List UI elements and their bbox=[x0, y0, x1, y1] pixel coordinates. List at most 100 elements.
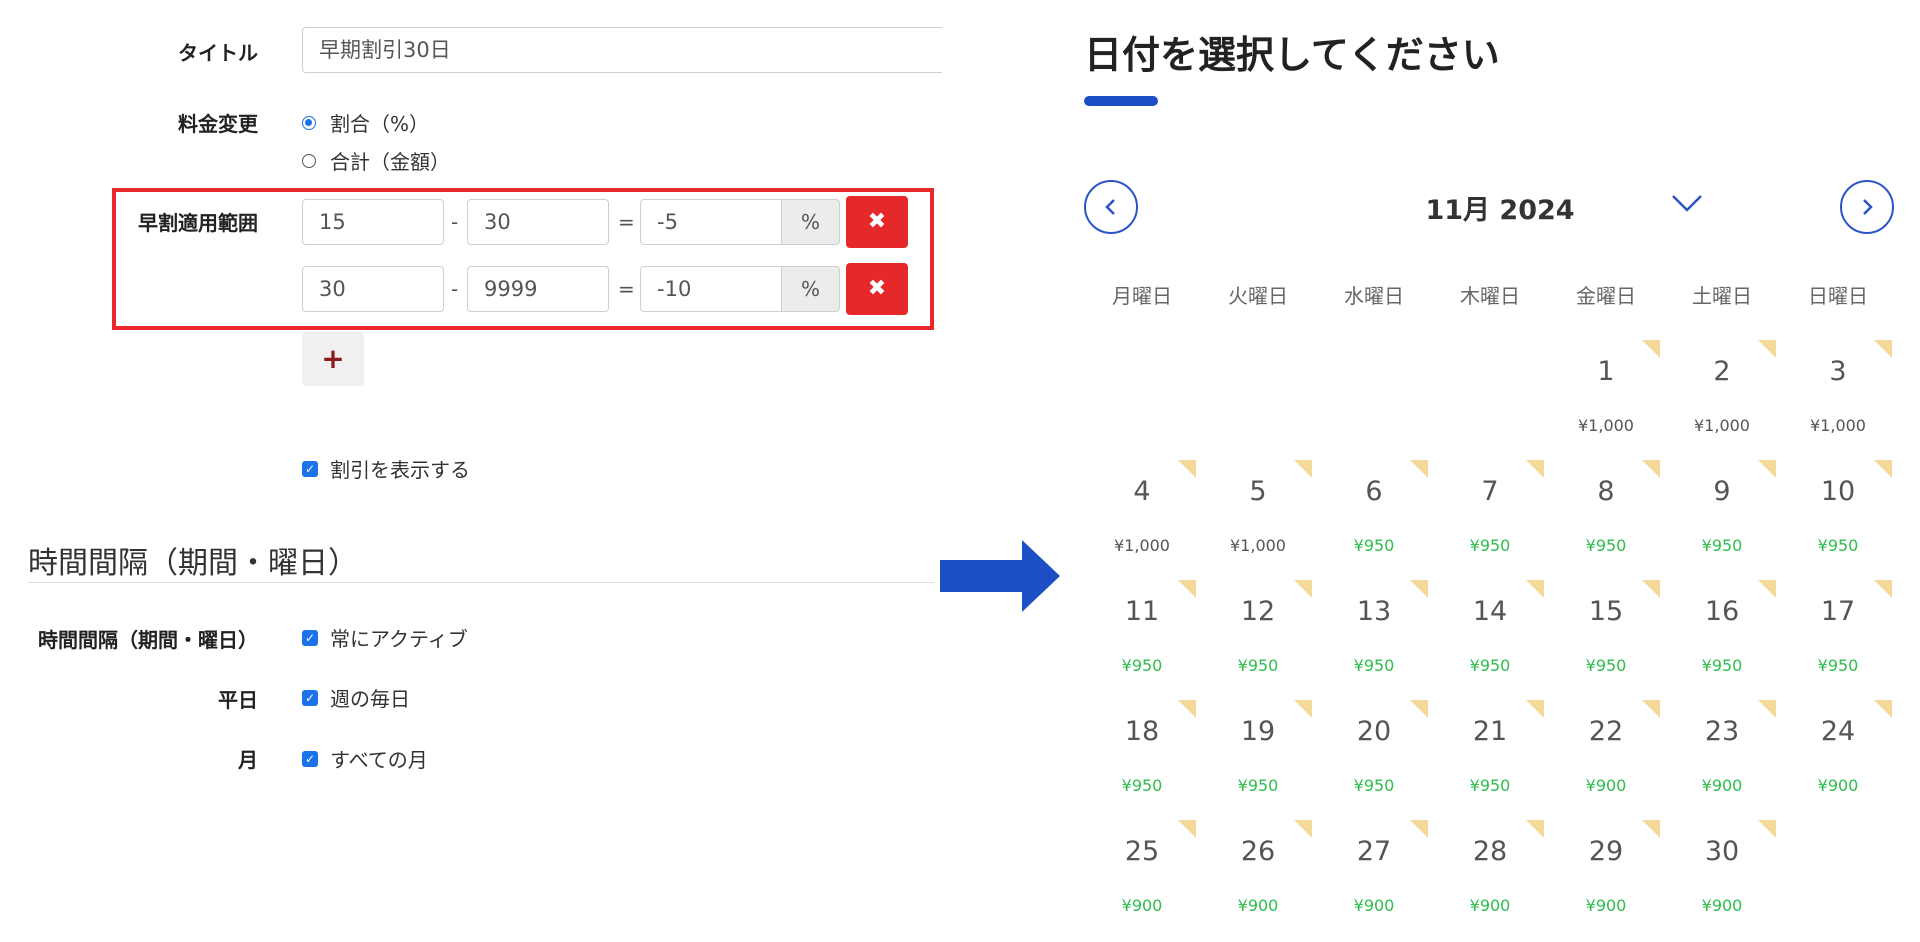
calendar-day[interactable]: 30 ¥900 bbox=[1664, 820, 1780, 940]
all-months-checkbox[interactable]: ✓ すべての月 bbox=[302, 744, 428, 773]
day-price: ¥950 bbox=[1353, 536, 1395, 555]
early-discount-range-label: 早割適用範囲 bbox=[138, 211, 258, 235]
day-price: ¥900 bbox=[1585, 776, 1627, 795]
day-number: 10 bbox=[1820, 476, 1856, 507]
calendar-day[interactable]: 12 ¥950 bbox=[1200, 580, 1316, 700]
calendar-day[interactable]: 2 ¥1,000 bbox=[1664, 340, 1780, 460]
calendar-day[interactable]: 3 ¥1,000 bbox=[1780, 340, 1896, 460]
calendar-day[interactable]: 5 ¥1,000 bbox=[1200, 460, 1316, 580]
calendar-day[interactable]: 20 ¥950 bbox=[1316, 700, 1432, 820]
range-1-to-input[interactable]: 30 bbox=[467, 199, 609, 245]
title-underline bbox=[1084, 96, 1158, 106]
show-discount-checkbox[interactable]: ✓ 割引を表示する bbox=[302, 454, 470, 483]
day-number: 3 bbox=[1829, 356, 1847, 387]
weekday-label: 金曜日 bbox=[1576, 284, 1636, 308]
calendar-day[interactable]: 11 ¥950 bbox=[1084, 580, 1200, 700]
range-2-from-input[interactable]: 30 bbox=[302, 266, 444, 312]
calendar-day[interactable]: 21 ¥950 bbox=[1432, 700, 1548, 820]
calendar-day[interactable]: 1 ¥1,000 bbox=[1548, 340, 1664, 460]
chevron-down-icon bbox=[1672, 195, 1702, 212]
calendar-day[interactable]: 8 ¥950 bbox=[1548, 460, 1664, 580]
time-interval-label: 時間間隔（期間・曜日） bbox=[38, 628, 258, 652]
day-price: ¥900 bbox=[1237, 896, 1279, 915]
radio-total-amount[interactable]: 合計（金額） bbox=[302, 146, 450, 175]
range-2-equals: = bbox=[618, 277, 635, 301]
calendar-day[interactable]: 17 ¥950 bbox=[1780, 580, 1896, 700]
day-price: ¥950 bbox=[1585, 656, 1627, 675]
weekday-label: 火曜日 bbox=[1228, 284, 1288, 308]
calendar-day[interactable]: 16 ¥950 bbox=[1664, 580, 1780, 700]
day-price: ¥900 bbox=[1701, 896, 1743, 915]
check-icon[interactable]: ✓ bbox=[302, 750, 318, 767]
next-month-button[interactable] bbox=[1840, 180, 1894, 234]
month-dropdown-toggle[interactable] bbox=[1670, 192, 1704, 218]
calendar-day[interactable]: 26 ¥900 bbox=[1200, 820, 1316, 940]
calendar-day[interactable]: 9 ¥950 bbox=[1664, 460, 1780, 580]
check-icon[interactable]: ✓ bbox=[302, 689, 318, 706]
day-number: 24 bbox=[1820, 716, 1856, 747]
day-number: 29 bbox=[1588, 836, 1624, 867]
check-icon[interactable]: ✓ bbox=[302, 460, 318, 477]
month-label: 月 bbox=[238, 748, 258, 772]
range-2-to-input[interactable]: 9999 bbox=[467, 266, 609, 312]
calendar-day[interactable]: 19 ¥950 bbox=[1200, 700, 1316, 820]
always-active-checkbox[interactable]: ✓ 常にアクティブ bbox=[302, 623, 468, 652]
all-months-label: すべての月 bbox=[330, 748, 428, 772]
close-icon: ✖ bbox=[867, 209, 887, 234]
calendar-day[interactable]: 7 ¥950 bbox=[1432, 460, 1548, 580]
radio-total-indicator[interactable] bbox=[302, 153, 316, 168]
calendar-day[interactable]: 10 ¥950 bbox=[1780, 460, 1896, 580]
weekday-label: 水曜日 bbox=[1344, 284, 1404, 308]
check-icon[interactable]: ✓ bbox=[302, 629, 318, 646]
day-price: ¥1,000 bbox=[1694, 416, 1750, 435]
date-picker: 日付を選択してください 11月 2024 月曜日 火曜日 水曜日 木曜日 金曜日 土曜日 日… bbox=[1060, 0, 1920, 942]
section-title-time-interval: 時間間隔（期間・曜日） bbox=[28, 546, 358, 581]
calendar-day[interactable]: 28 ¥900 bbox=[1432, 820, 1548, 940]
range-1-value-input[interactable]: -5 bbox=[640, 199, 782, 245]
calendar-day[interactable]: 23 ¥900 bbox=[1664, 700, 1780, 820]
day-number: 9 bbox=[1713, 476, 1731, 507]
section-divider bbox=[28, 582, 934, 583]
calendar-day[interactable]: 29 ¥900 bbox=[1548, 820, 1664, 940]
day-price: ¥1,000 bbox=[1114, 536, 1170, 555]
every-day-checkbox[interactable]: ✓ 週の毎日 bbox=[302, 683, 410, 712]
prev-month-button[interactable] bbox=[1084, 180, 1138, 234]
current-month: 11月 2024 bbox=[1425, 195, 1575, 226]
radio-percentage-indicator[interactable] bbox=[302, 115, 316, 130]
day-price: ¥950 bbox=[1121, 656, 1163, 675]
calendar-day[interactable]: 15 ¥950 bbox=[1548, 580, 1664, 700]
range-1-from-input[interactable]: 15 bbox=[302, 199, 444, 245]
day-price: ¥950 bbox=[1817, 656, 1859, 675]
calendar-day[interactable]: 14 ¥950 bbox=[1432, 580, 1548, 700]
calendar-day[interactable]: 6 ¥950 bbox=[1316, 460, 1432, 580]
range-2-delete-button[interactable]: ✖ bbox=[846, 263, 908, 315]
day-price: ¥950 bbox=[1469, 536, 1511, 555]
title-label: タイトル bbox=[178, 41, 258, 65]
title-input[interactable]: 早期割引30日 bbox=[302, 27, 942, 73]
calendar-day[interactable]: 4 ¥1,000 bbox=[1084, 460, 1200, 580]
range-2-value-input[interactable]: -10 bbox=[640, 266, 782, 312]
calendar-day[interactable]: 13 ¥950 bbox=[1316, 580, 1432, 700]
calendar-day[interactable]: 18 ¥950 bbox=[1084, 700, 1200, 820]
day-price: ¥950 bbox=[1237, 656, 1279, 675]
day-number: 22 bbox=[1588, 716, 1624, 747]
add-range-button[interactable]: + bbox=[302, 332, 364, 386]
day-number: 25 bbox=[1124, 836, 1160, 867]
day-number: 27 bbox=[1356, 836, 1392, 867]
calendar-day[interactable]: 24 ¥900 bbox=[1780, 700, 1896, 820]
day-price: ¥950 bbox=[1469, 776, 1511, 795]
calendar-day[interactable]: 22 ¥900 bbox=[1548, 700, 1664, 820]
close-icon: ✖ bbox=[867, 276, 887, 301]
calendar-day[interactable]: 25 ¥900 bbox=[1084, 820, 1200, 940]
radio-percentage-label: 割合（%） bbox=[330, 112, 430, 136]
range-1-equals: = bbox=[618, 210, 635, 234]
day-number: 21 bbox=[1472, 716, 1508, 747]
range-1-dash: - bbox=[451, 210, 459, 234]
plus-icon: + bbox=[321, 342, 345, 375]
range-1-delete-button[interactable]: ✖ bbox=[846, 196, 908, 248]
day-price: ¥950 bbox=[1353, 656, 1395, 675]
calendar-day[interactable]: 27 ¥900 bbox=[1316, 820, 1432, 940]
day-price: ¥900 bbox=[1121, 896, 1163, 915]
radio-percentage[interactable]: 割合（%） bbox=[302, 108, 429, 137]
day-price: ¥950 bbox=[1121, 776, 1163, 795]
